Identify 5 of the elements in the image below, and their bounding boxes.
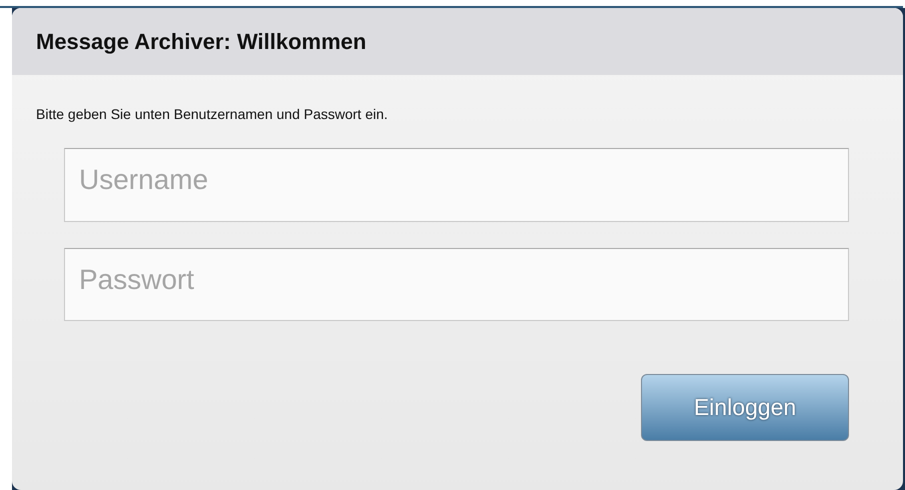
input-field[interactable]: Passwort bbox=[64, 248, 849, 321]
input-field[interactable]: Username bbox=[64, 148, 849, 222]
login-button[interactable]: Einloggen bbox=[641, 374, 849, 441]
instruction-text: Bitte geben Sie unten Benutzernamen und Passwort ein. bbox=[36, 106, 389, 122]
dialog-title: Message Archiver: Willkommen bbox=[36, 28, 366, 54]
